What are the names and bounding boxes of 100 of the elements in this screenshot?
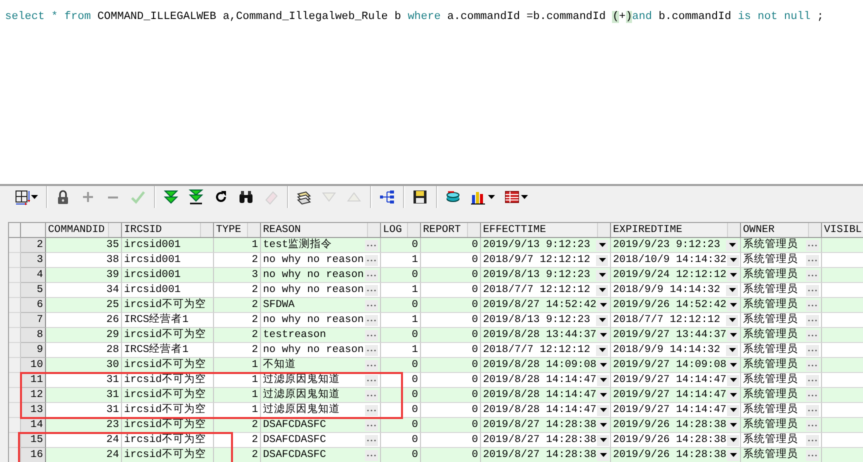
dropdown-button[interactable] [597,450,610,460]
dropdown-button[interactable] [597,300,610,310]
caret-icon [730,303,737,307]
more-button[interactable] [806,300,819,310]
dropdown-button[interactable] [727,404,740,416]
more-button[interactable] [806,404,819,416]
row-number[interactable]: 5 [21,283,46,298]
caret-icon [730,393,737,397]
dropdown-button[interactable] [596,254,608,266]
row-number[interactable]: 8 [21,328,46,343]
dropdown-button[interactable] [726,344,738,356]
more-button[interactable] [365,300,378,310]
dropdown-button[interactable] [727,330,740,340]
dropdown-button[interactable] [727,270,740,280]
column-header[interactable]: IRCSID [122,223,214,238]
more-button[interactable] [365,284,378,296]
dots-icon [367,378,376,382]
column-header[interactable]: LOG [381,223,421,238]
more-button[interactable] [806,450,819,460]
row-number[interactable]: 3 [21,253,46,268]
dropdown-button[interactable] [727,374,740,386]
more-button[interactable] [806,374,819,386]
dropdown-button[interactable] [727,434,740,446]
dropdown-button[interactable] [726,240,738,250]
dropdown-button[interactable] [727,300,740,310]
row-number[interactable]: 12 [21,388,46,403]
more-button[interactable] [806,344,819,356]
dropdown-button[interactable] [597,390,610,400]
row-number[interactable]: 6 [21,298,46,313]
dropdown-button[interactable] [727,420,740,430]
table-cell: 25 [46,298,122,313]
more-button[interactable] [365,314,378,326]
row-number[interactable]: 10 [21,358,46,373]
row-number[interactable]: 16 [21,448,46,462]
dropdown-button[interactable] [597,374,610,386]
row-number[interactable]: 13 [21,403,46,418]
more-button[interactable] [806,240,819,250]
dropdown-button[interactable] [727,254,740,266]
dropdown-button[interactable] [727,450,740,460]
more-button[interactable] [806,434,819,446]
dropdown-button[interactable] [596,270,608,280]
more-button[interactable] [365,390,378,400]
more-button[interactable] [806,314,819,326]
more-button[interactable] [806,330,819,340]
row-number[interactable]: 9 [21,343,46,358]
more-button[interactable] [365,240,378,250]
more-button[interactable] [365,270,378,280]
row-number[interactable]: 4 [21,268,46,283]
more-button[interactable] [365,404,378,416]
dropdown-button[interactable] [596,344,608,356]
column-header[interactable]: VISIBL [822,223,863,238]
row-number[interactable]: 2 [21,238,46,253]
column-header[interactable]: TYPE [214,223,261,238]
row-gutter-cell [9,358,21,373]
dropdown-button[interactable] [727,390,740,400]
more-button[interactable] [806,284,819,296]
more-button[interactable] [806,270,819,280]
row-number[interactable]: 15 [21,433,46,448]
double-down-arrow-bar-icon [188,189,204,205]
dropdown-button[interactable] [596,240,608,250]
row-number[interactable]: 7 [21,313,46,328]
dropdown-button[interactable] [727,360,740,370]
dropdown-button[interactable] [597,420,610,430]
caret-icon [730,333,737,337]
more-button[interactable] [806,360,819,370]
more-button[interactable] [365,330,378,340]
column-header[interactable]: COMMANDID [46,223,122,238]
more-button[interactable] [806,420,819,430]
more-button[interactable] [365,254,378,266]
table-cell [822,448,863,462]
dropdown-button[interactable] [597,434,610,446]
dropdown-button[interactable] [597,330,610,340]
table-cell: 0 [421,238,481,253]
lock-button[interactable] [55,187,71,207]
row-number[interactable]: 11 [21,373,46,388]
dropdown-button[interactable] [597,404,610,416]
column-header[interactable]: REPORT [421,223,481,238]
column-header[interactable]: REASON [261,223,381,238]
more-button[interactable] [806,254,819,266]
dropdown-button[interactable] [726,314,738,326]
table-cell: 2019/8/27 14:28:38 [481,448,611,462]
dropdown-button[interactable] [596,284,608,296]
double-down-arrow-bar-button[interactable] [188,187,204,207]
column-header[interactable]: EXPIREDTIME [611,223,741,238]
column-header[interactable]: EFFECTTIME [481,223,611,238]
more-button[interactable] [365,374,378,386]
sql-query-text[interactable]: select * from COMMAND_ILLEGALWEB a,Command_Illegalweb_Rule b where a.commandId =b.commandId (+)and b.commandId is not null ; [5,11,824,23]
more-button[interactable] [365,420,378,430]
more-button[interactable] [365,360,378,370]
more-button[interactable] [806,390,819,400]
dots-icon [367,348,376,352]
dropdown-button[interactable] [596,314,608,326]
dropdown-button[interactable] [726,284,738,296]
more-button[interactable] [365,434,378,446]
column-header[interactable]: OWNER [741,223,822,238]
caret-icon [598,258,606,262]
dropdown-button[interactable] [597,360,610,370]
more-button[interactable] [365,344,378,356]
table-cell: 系统管理员 [741,388,822,403]
more-button[interactable] [365,450,378,460]
